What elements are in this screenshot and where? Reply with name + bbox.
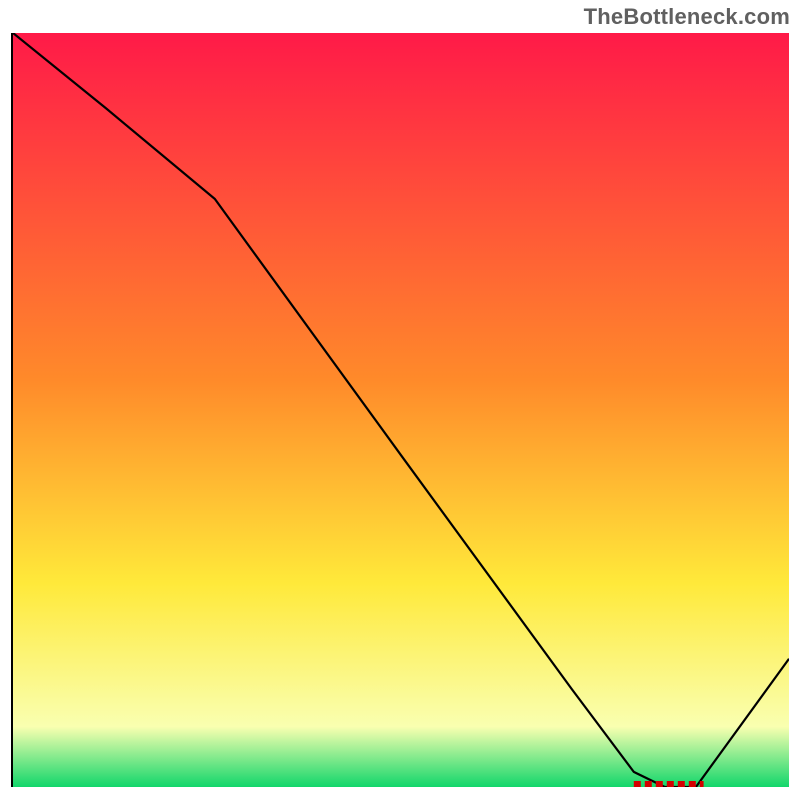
- heat-gradient-rect: [13, 33, 789, 787]
- chart-root: TheBottleneck.com: [0, 0, 800, 800]
- chart-surface: [13, 33, 789, 787]
- attribution-label: TheBottleneck.com: [584, 4, 790, 30]
